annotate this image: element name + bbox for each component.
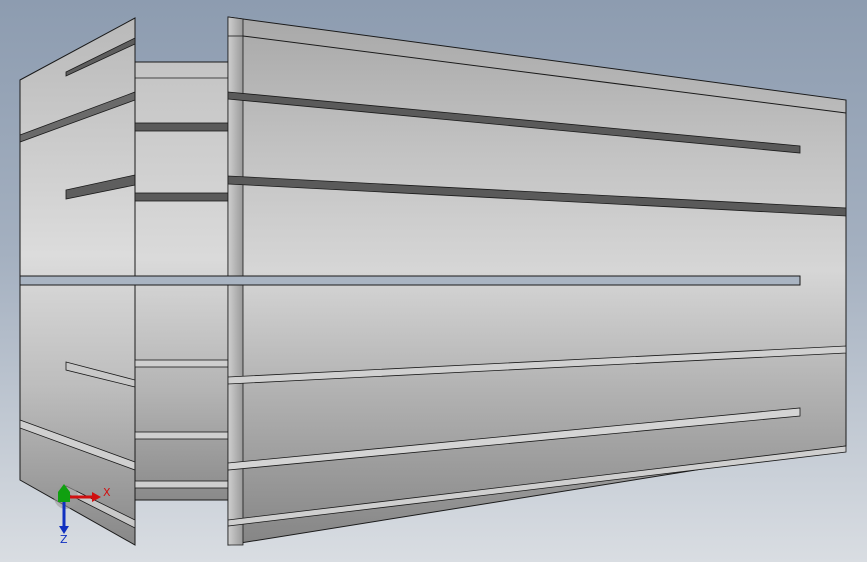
collet-center-slot <box>19 275 801 286</box>
z-axis-label: Z <box>60 533 68 546</box>
graphics-viewport[interactable]: X Z <box>0 0 867 562</box>
collet-model[interactable]: X Z <box>0 0 867 562</box>
x-axis-label: X <box>103 486 111 499</box>
